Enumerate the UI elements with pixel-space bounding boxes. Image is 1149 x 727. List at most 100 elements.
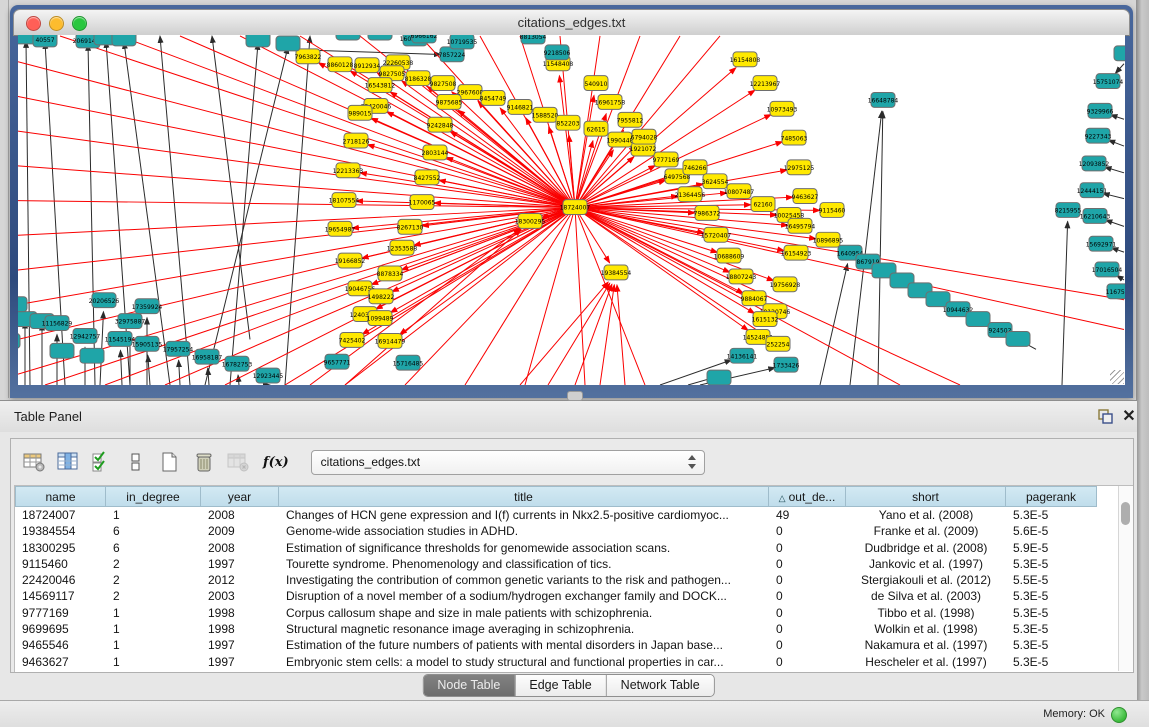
- graph-node[interactable]: 10688609: [714, 248, 745, 263]
- graph-node[interactable]: 12213967: [750, 76, 781, 91]
- graph-node[interactable]: 19166852: [335, 253, 366, 268]
- graph-node[interactable]: 989015: [348, 105, 372, 120]
- window-resize-grip[interactable]: [1110, 370, 1124, 384]
- graph-node[interactable]: 15720407: [701, 227, 732, 242]
- graph-node[interactable]: [966, 312, 990, 327]
- graph-node[interactable]: 1990448: [607, 132, 634, 147]
- function-builder-icon[interactable]: f(x): [263, 455, 289, 470]
- memory-status-icon[interactable]: [1111, 707, 1127, 723]
- table-row[interactable]: 946554611997Estimation of the future num…: [15, 637, 1133, 653]
- graph-node[interactable]: 18300295: [515, 213, 546, 228]
- graph-node[interactable]: 62160: [751, 197, 775, 212]
- vertical-scrollbar[interactable]: [1118, 486, 1133, 671]
- graph-node[interactable]: 6794028: [631, 129, 658, 144]
- column-header-short[interactable]: short: [846, 486, 1006, 507]
- graph-node[interactable]: [112, 35, 136, 46]
- graph-node[interactable]: 540910: [584, 76, 608, 91]
- graph-node[interactable]: [80, 348, 104, 363]
- table-row[interactable]: 1872400712008Changes of HCN gene express…: [15, 507, 1133, 523]
- graph-node[interactable]: 12975125: [784, 160, 815, 175]
- graph-node[interactable]: 8427552: [414, 170, 441, 185]
- table-select-dropdown[interactable]: citations_edges.txt: [311, 450, 705, 475]
- table-row[interactable]: 969969511998Structural magnetic resonanc…: [15, 621, 1133, 637]
- graph-node[interactable]: [246, 35, 270, 47]
- graph-node[interactable]: 1099489: [367, 311, 394, 326]
- graph-node[interactable]: 16648784: [868, 93, 899, 108]
- graph-node[interactable]: 9242848: [427, 117, 454, 132]
- tab-node-table[interactable]: Node Table: [423, 675, 514, 696]
- graph-node[interactable]: 17957254: [163, 341, 194, 356]
- graph-node[interactable]: 12444151: [1077, 183, 1108, 198]
- graph-node[interactable]: [50, 343, 74, 358]
- table-row[interactable]: 2242004622012Investigating the contribut…: [15, 572, 1133, 588]
- graph-node[interactable]: 7425402: [339, 332, 366, 347]
- graph-node[interactable]: 8813054: [520, 35, 547, 44]
- graph-node[interactable]: [18, 333, 20, 348]
- graph-node[interactable]: 9227343: [1085, 128, 1112, 143]
- graph-node[interactable]: 14136141: [727, 348, 758, 363]
- graph-node[interactable]: 19756928: [770, 277, 801, 292]
- graph-node[interactable]: 16782753: [222, 356, 253, 371]
- graph-node[interactable]: 746266: [683, 160, 707, 175]
- tab-network-table[interactable]: Network Table: [606, 675, 714, 696]
- graph-node[interactable]: 9884067: [741, 291, 768, 306]
- graph-node[interactable]: 7963822: [295, 49, 322, 64]
- graph-node[interactable]: 16961758: [595, 94, 626, 109]
- graph-node[interactable]: 8912934: [354, 58, 381, 73]
- graph-node[interactable]: 10807487: [724, 184, 755, 199]
- graph-node[interactable]: 1170065: [409, 195, 436, 210]
- close-panel-icon[interactable]: ✕: [1121, 408, 1137, 426]
- graph-node[interactable]: 15905135: [132, 336, 163, 351]
- graph-node[interactable]: 12942757: [70, 328, 101, 343]
- graph-node[interactable]: 16154923: [781, 245, 812, 260]
- graph-node[interactable]: 20206526: [89, 293, 120, 308]
- table-row[interactable]: 1938455462009Genome-wide association stu…: [15, 523, 1133, 539]
- graph-node[interactable]: 9146821: [507, 99, 534, 114]
- table-row[interactable]: 946362711997Embryonic stem cells: a mode…: [15, 654, 1133, 670]
- select-columns-icon[interactable]: [89, 450, 115, 474]
- graph-node[interactable]: [276, 36, 300, 51]
- graph-node[interactable]: 21364456: [675, 187, 706, 202]
- delete-column-icon[interactable]: [191, 450, 217, 474]
- float-panel-icon[interactable]: [1098, 409, 1114, 425]
- graph-node[interactable]: 12213363: [333, 163, 364, 178]
- graph-node[interactable]: 9329966: [1087, 103, 1114, 118]
- graph-node[interactable]: 2803144: [422, 145, 449, 160]
- graph-node[interactable]: 1588520: [532, 107, 559, 122]
- graph-node[interactable]: 1498222: [368, 289, 395, 304]
- column-header-year[interactable]: year: [201, 486, 279, 507]
- graph-node[interactable]: 16958187: [192, 349, 223, 364]
- graph-node[interactable]: 18807243: [726, 269, 757, 284]
- graph-node[interactable]: 9777169: [653, 152, 680, 167]
- scrollbar-thumb[interactable]: [1121, 502, 1130, 525]
- graph-node[interactable]: 18107554: [329, 193, 360, 208]
- graph-node[interactable]: 9827508: [430, 76, 457, 91]
- graph-node[interactable]: [707, 370, 731, 385]
- graph-node[interactable]: 2718126: [343, 133, 370, 148]
- graph-node[interactable]: 11156829: [42, 316, 73, 331]
- graph-node[interactable]: 16914479: [375, 333, 406, 348]
- graph-node[interactable]: 8878334: [377, 266, 404, 281]
- graph-node[interactable]: 16495794: [785, 218, 816, 233]
- graph-node[interactable]: 1733426: [773, 357, 800, 372]
- column-header-in_degree[interactable]: in_degree: [106, 486, 201, 507]
- graph-node[interactable]: 7485063: [781, 130, 808, 145]
- graph-node[interactable]: 9115460: [819, 203, 846, 218]
- graph-node[interactable]: 8454749: [480, 91, 507, 106]
- graph-node[interactable]: 9657771: [324, 354, 351, 369]
- graph-node[interactable]: 16154808: [730, 52, 761, 67]
- graph-node[interactable]: 62615: [584, 121, 608, 136]
- graph-node[interactable]: 8186328: [405, 71, 432, 86]
- graph-node[interactable]: 40557: [33, 35, 57, 47]
- table-mode-icon[interactable]: [21, 450, 47, 474]
- graph-node[interactable]: 19654987: [325, 221, 356, 236]
- graph-node[interactable]: 12353588: [387, 240, 418, 255]
- graph-node[interactable]: 852203: [556, 115, 580, 130]
- network-canvas[interactable]: 7963822886012889129342226053898275051654…: [18, 35, 1125, 385]
- table-row[interactable]: 977716911998Corpus callosum shape and si…: [15, 605, 1133, 621]
- graph-node[interactable]: 252254: [766, 336, 790, 351]
- split-pane-grip[interactable]: [567, 391, 583, 401]
- graph-node[interactable]: 1615132: [752, 312, 779, 327]
- graph-node[interactable]: 8860128: [327, 57, 354, 72]
- graph-node[interactable]: 18724007: [560, 200, 591, 215]
